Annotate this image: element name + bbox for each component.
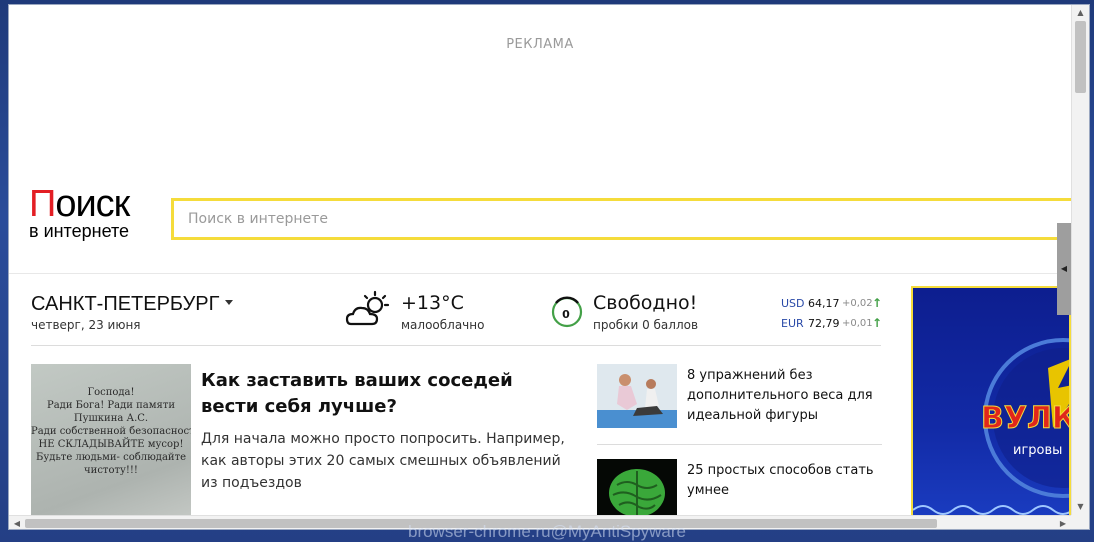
partly-cloudy-icon: [345, 290, 390, 326]
top-ad-banner[interactable]: РЕКЛАМА: [9, 5, 1071, 175]
weather-widget[interactable]: +13°C малооблачно: [345, 290, 535, 334]
side-news-list: 8 упражнений без дополнительного веса дл…: [597, 364, 882, 529]
featured-news-text: Для начала можно просто попросить. Напри…: [201, 431, 565, 491]
traffic-score: 0: [562, 308, 570, 321]
logo-title-rest: оиск: [55, 183, 130, 225]
arrow-up-icon: ↑: [872, 296, 883, 310]
list-divider: [597, 444, 882, 445]
featured-news-image[interactable]: Господа! Ради Бога! Ради памяти Пушкина …: [31, 364, 191, 524]
side-news-thumbnail[interactable]: [597, 364, 677, 428]
city-name[interactable]: САНКТ-ПЕТЕРБУРГ: [31, 293, 234, 316]
brain-photo: [597, 459, 677, 523]
weather-temperature: +13°C: [401, 292, 464, 314]
scroll-up-icon[interactable]: ▲: [1072, 5, 1089, 21]
notice-line: Пушкина А.С.: [73, 413, 149, 424]
city-name-text: САНКТ-ПЕТЕРБУРГ: [31, 293, 220, 315]
currency-code: USD: [781, 296, 805, 310]
scroll-down-icon[interactable]: ▼: [1072, 499, 1089, 515]
notice-line: Будьте людьми- соблюдайте: [35, 452, 187, 463]
widgets-divider: [31, 345, 881, 346]
chevron-left-icon: ◀: [1060, 264, 1068, 273]
traffic-subtitle: пробки 0 баллов: [593, 318, 699, 332]
search-input[interactable]: [174, 201, 1078, 237]
logo-title: Поиск: [29, 185, 159, 223]
vertical-scrollbar[interactable]: ▲ ▼: [1071, 5, 1089, 515]
notice-line: Ради собственной безопасности: [31, 426, 191, 437]
ad-tagline-text: игровы: [1013, 443, 1062, 458]
currency-delta: +0,02: [842, 297, 873, 309]
currency-value: 72,79: [808, 316, 840, 330]
ad-brand-text: ВУЛК: [981, 401, 1069, 436]
header-divider: [9, 273, 1071, 274]
vertical-scroll-thumb[interactable]: [1075, 21, 1086, 93]
watermark: browser-chrome.ru@MyAntiSpyware: [407, 522, 686, 541]
casino-ad-graphic: ВУЛК игровы: [913, 338, 1069, 515]
notice-line: Ради Бога! Ради памяти: [46, 400, 176, 411]
browser-window: РЕКЛАМА Поиск в интернете САНКТ-ПЕТЕРБУР…: [8, 4, 1090, 530]
currency-row-usd: USD 64,17 +0,02 ↑: [781, 293, 891, 313]
ad-label: РЕКЛАМА: [506, 37, 574, 52]
notice-line: НЕ СКЛАДЫВАЙТЕ мусор!: [38, 439, 184, 450]
logo-first-letter: П: [29, 183, 56, 225]
featured-news[interactable]: Господа! Ради Бога! Ради памяти Пушкина …: [31, 364, 571, 524]
site-logo[interactable]: Поиск в интернете: [29, 185, 159, 245]
currency-value: 64,17: [808, 296, 840, 310]
weather-description: малооблачно: [401, 318, 485, 332]
side-ad-banner[interactable]: ВУЛК игровы: [911, 286, 1071, 520]
notice-line: Господа!: [87, 387, 135, 398]
side-news-title[interactable]: 8 упражнений без дополнительного веса дл…: [687, 366, 882, 426]
currency-widget[interactable]: USD 64,17 +0,02 ↑ EUR 72,79 +0,01 ↑: [781, 293, 891, 333]
traffic-widget[interactable]: 0 Свободно! пробки 0 баллов: [549, 290, 749, 334]
fitness-photo: [597, 364, 677, 428]
traffic-status: Свободно!: [593, 292, 698, 314]
currency-code: EUR: [781, 316, 804, 330]
side-panel-toggle[interactable]: ◀: [1057, 223, 1071, 315]
side-news-thumbnail[interactable]: [597, 459, 677, 523]
current-date: четверг, 23 июня: [31, 318, 141, 332]
side-news-title[interactable]: 25 простых способов стать умнее: [687, 461, 882, 501]
currency-row-eur: EUR 72,79 +0,01 ↑: [781, 313, 891, 333]
list-item[interactable]: 8 упражнений без дополнительного веса дл…: [597, 364, 882, 459]
currency-delta: +0,01: [842, 317, 873, 329]
logo-subtitle: в интернете: [29, 221, 130, 241]
featured-news-title[interactable]: Как заставить ваших соседей вести себя л…: [201, 368, 571, 420]
city-selector[interactable]: САНКТ-ПЕТЕРБУРГ четверг, 23 июня: [31, 293, 291, 332]
notice-line: чистоту!!!: [84, 465, 138, 476]
search-box: [171, 198, 1081, 240]
chevron-down-icon[interactable]: [225, 300, 234, 306]
notice-photo: Господа! Ради Бога! Ради памяти Пушкина …: [31, 364, 191, 524]
arrow-up-icon: ↑: [872, 316, 883, 330]
